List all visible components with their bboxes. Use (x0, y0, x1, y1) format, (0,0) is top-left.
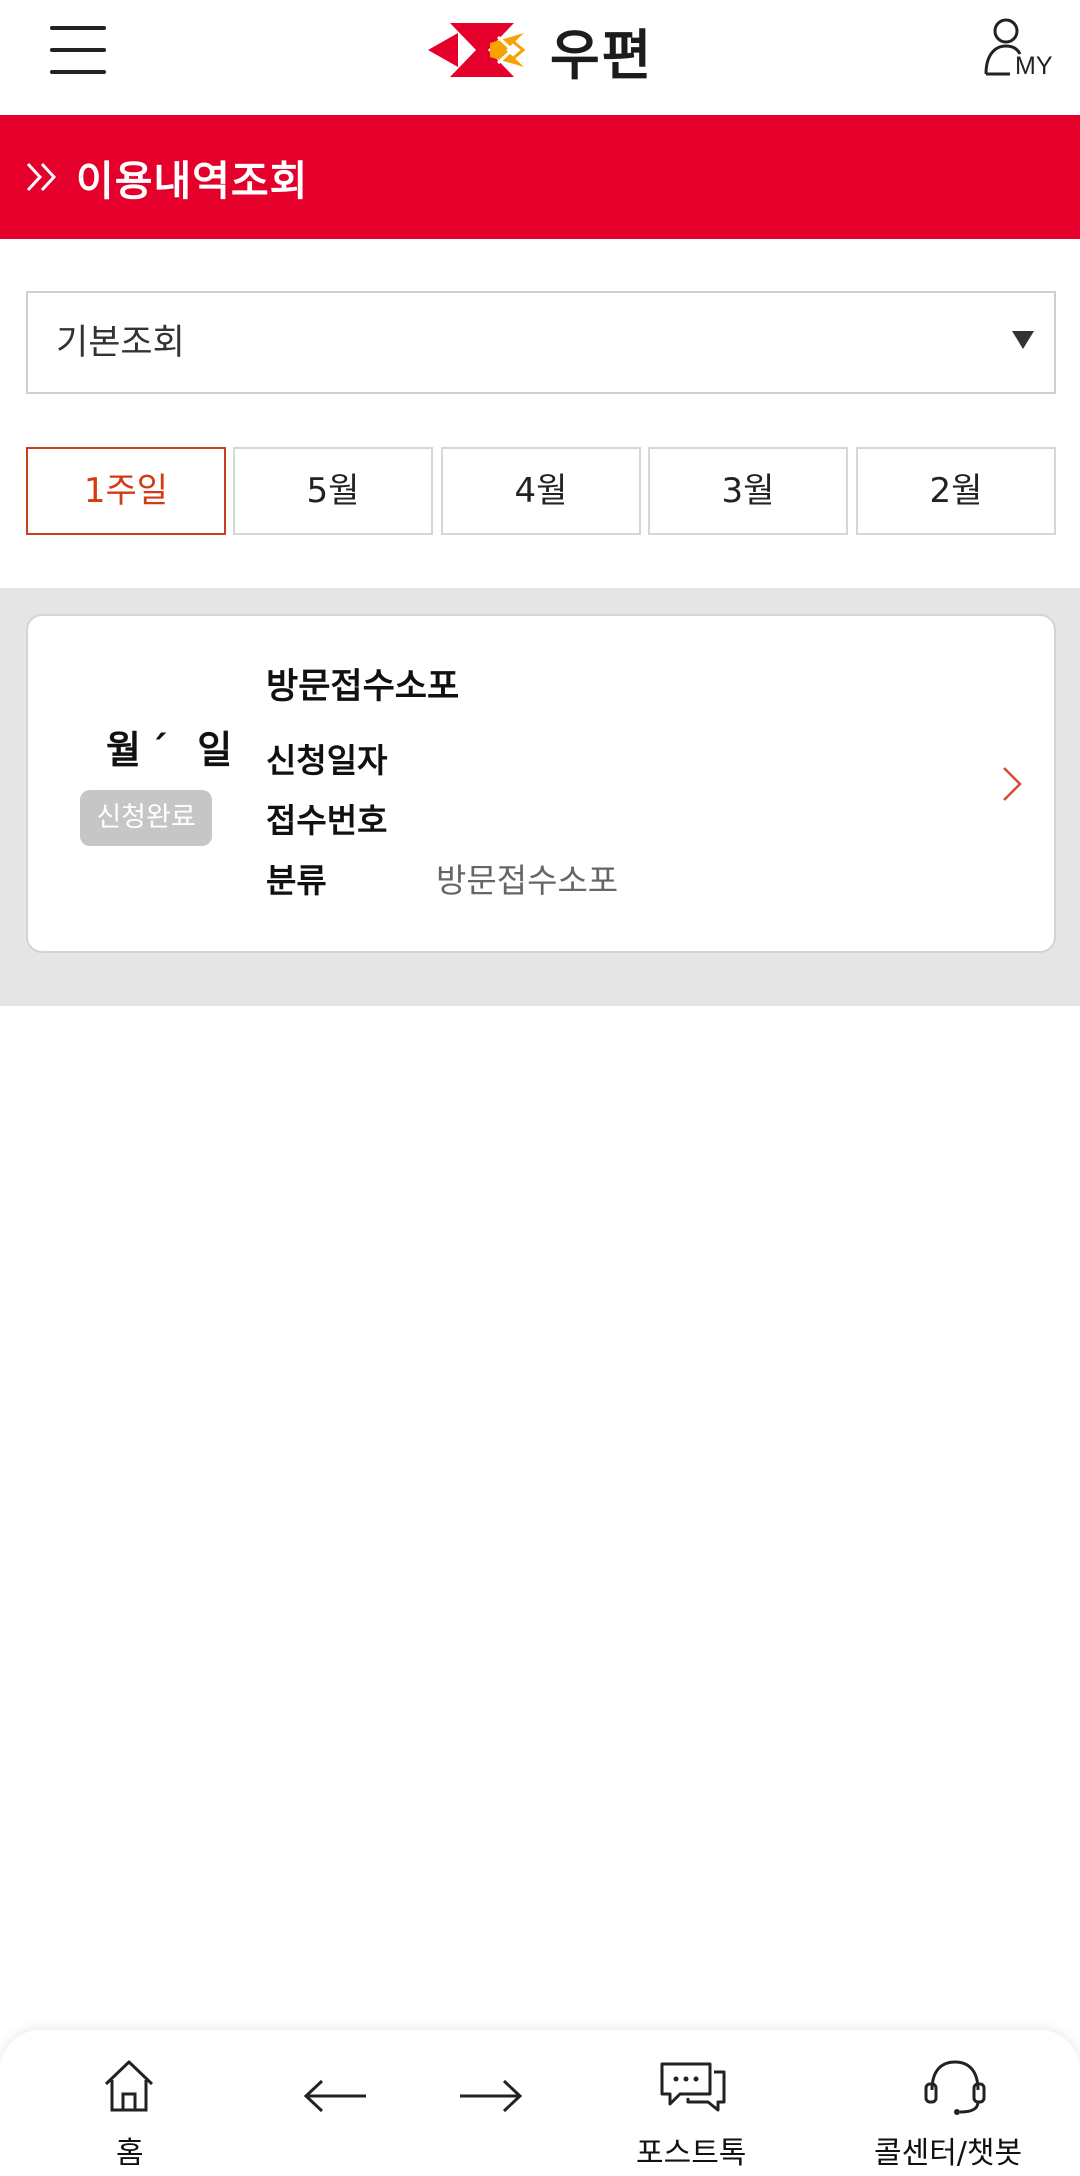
results-list: 월´ 일 신청완료 방문접수소포 신청일자 접수번호 분류 방문접수소포 (0, 588, 1080, 1006)
app-header: 우편 MY (0, 0, 1080, 115)
menu-icon-line (50, 70, 106, 74)
chat-bubbles-icon (660, 2062, 726, 2112)
menu-icon[interactable] (46, 24, 110, 76)
nav-callcenter[interactable]: 콜센터/챗봇 (870, 2030, 1040, 2176)
result-title: 방문접수소포 (266, 667, 460, 707)
field-value: 방문접수소포 (436, 861, 619, 900)
tab-may[interactable]: 5월 (233, 447, 433, 535)
field-receipt-number: 접수번호 (266, 794, 387, 842)
status-badge: 신청완료 (80, 790, 212, 846)
tab-april[interactable]: 4월 (441, 447, 641, 535)
dropdown-arrow-icon (1012, 331, 1034, 349)
field-application-date: 신청일자 (266, 734, 387, 782)
menu-icon-line (50, 26, 106, 30)
nav-forward[interactable] (450, 2030, 530, 2176)
result-date: 월´ 일 (106, 728, 241, 772)
double-chevron-right-icon (26, 162, 57, 192)
tab-march[interactable]: 3월 (648, 447, 848, 535)
page-title-bar: 이용내역조회 (0, 115, 1080, 239)
field-category: 분류 방문접수소포 (266, 854, 618, 902)
nav-callcenter-label: 콜센터/챗봇 (874, 2136, 1023, 2171)
logo-text: 우편 (550, 23, 654, 87)
bottom-nav: 홈 포스트톡 콜센터/챗봇 (0, 2030, 1080, 2176)
my-page-button[interactable]: MY (980, 16, 1054, 82)
my-label: MY (1015, 52, 1053, 80)
arrow-left-icon (303, 2079, 366, 2113)
nav-home[interactable]: 홈 (90, 2030, 170, 2176)
nav-home-label: 홈 (116, 2136, 144, 2171)
search-type-value: 기본조회 (56, 323, 185, 363)
menu-icon-line (50, 48, 106, 52)
field-label: 접수번호 (266, 801, 388, 840)
postal-logo[interactable]: 우편 (428, 18, 653, 87)
home-icon (104, 2060, 154, 2112)
nav-posttalk[interactable]: 포스트톡 (630, 2030, 760, 2176)
tab-1week[interactable]: 1주일 (26, 447, 226, 535)
postal-logo-icon (428, 23, 526, 77)
tab-february[interactable]: 2월 (856, 447, 1056, 535)
page-title: 이용내역조회 (76, 157, 309, 205)
arrow-right-icon (460, 2079, 523, 2113)
period-tabs: 1주일 5월 4월 3월 2월 (26, 447, 1056, 535)
chevron-right-icon (1003, 767, 1022, 801)
field-label: 분류 (266, 861, 327, 900)
nav-back[interactable] (296, 2030, 376, 2176)
headset-icon (924, 2060, 986, 2115)
search-type-select[interactable]: 기본조회 (26, 291, 1056, 394)
list-item[interactable]: 월´ 일 신청완료 방문접수소포 신청일자 접수번호 분류 방문접수소포 (26, 614, 1056, 953)
nav-posttalk-label: 포스트톡 (636, 2136, 747, 2171)
field-label: 신청일자 (266, 741, 388, 780)
